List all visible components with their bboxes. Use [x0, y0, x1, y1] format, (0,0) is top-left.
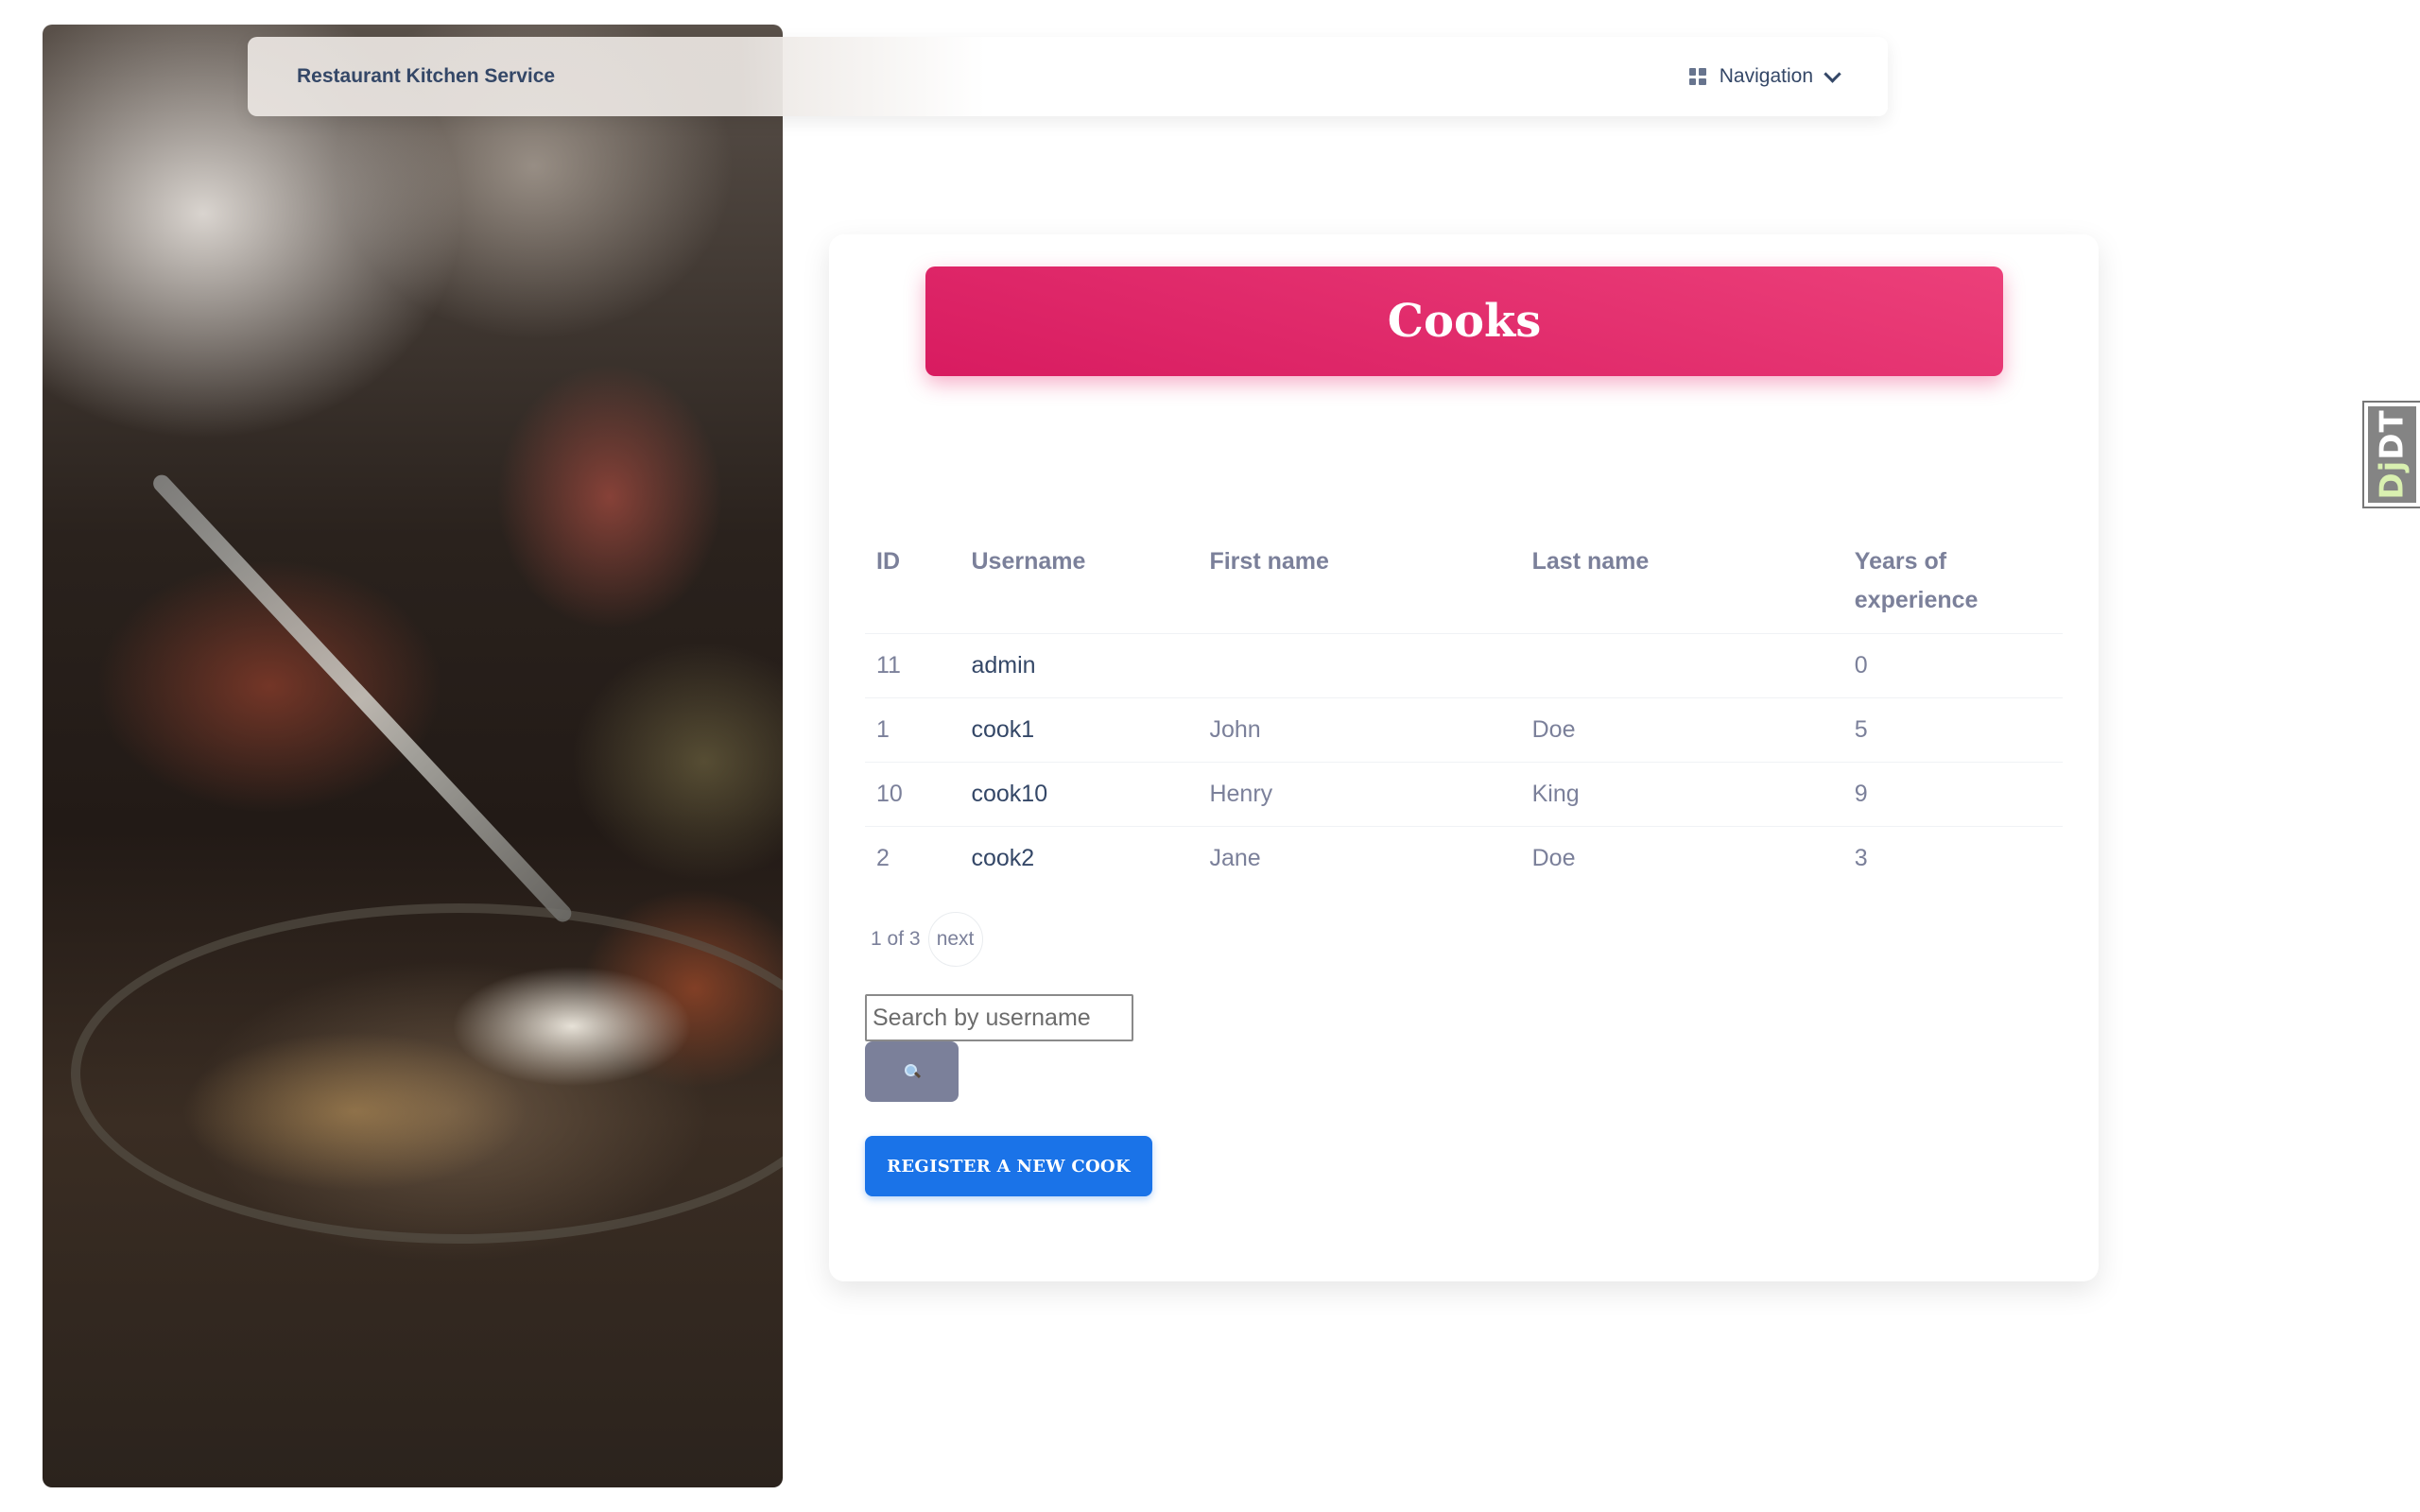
magnifying-glass-icon [904, 1064, 920, 1079]
cell-username-link[interactable]: cook10 [959, 762, 1199, 827]
chevron-down-icon [1824, 64, 1841, 83]
brand-link[interactable]: Restaurant Kitchen Service [297, 65, 555, 88]
column-header-first-name: First name [1198, 533, 1521, 634]
page-title: Cooks [1387, 295, 1542, 348]
cooks-table: ID Username First name Last name Years o… [865, 533, 2063, 890]
table-header-row: ID Username First name Last name Years o… [865, 533, 2063, 634]
search-button[interactable] [865, 1041, 959, 1102]
cell-id: 1 [865, 697, 960, 763]
cell-years: 3 [1854, 845, 1868, 871]
cell-id: 11 [865, 633, 960, 698]
cell-username-link[interactable]: cook2 [960, 827, 1199, 891]
column-header-username: Username [959, 533, 1199, 634]
cell-username-link[interactable]: cook1 [959, 697, 1199, 763]
table-row: 10 cook10 Henry King 9 [865, 762, 2063, 827]
column-header-id: ID [865, 533, 960, 634]
register-new-cook-button[interactable]: REGISTER A NEW COOK [865, 1136, 1152, 1196]
django-debug-toolbar-handle[interactable]: DjDT [2362, 401, 2420, 508]
pagination-status: 1 of 3 [871, 928, 921, 950]
cell-years: 5 [1842, 697, 2063, 763]
dashboard-grid-icon [1688, 68, 1706, 85]
top-navbar: Restaurant Kitchen Service Navigation [248, 37, 1888, 116]
djdt-logo-text: DjDT [2374, 409, 2411, 499]
cell-years: 0 [1842, 633, 2063, 698]
cell-last-name: King [1520, 762, 1843, 827]
cell-first-name: Jane [1209, 845, 1261, 871]
djdt-inner: DjDT [2368, 406, 2416, 503]
table-row: 11 admin 0 [865, 633, 2063, 698]
cell-first-name [1198, 633, 1521, 698]
cell-years: 9 [1842, 762, 2063, 827]
cooks-card: Cooks ID Username First name Last name Y… [829, 234, 2099, 1281]
navigation-dropdown[interactable]: Navigation [1688, 64, 1841, 88]
cell-last-name [1520, 633, 1843, 698]
search-username-input[interactable] [865, 994, 1133, 1041]
cell-id: 2 [876, 845, 890, 871]
hero-food-photo [43, 25, 783, 1487]
plate-shape [71, 903, 783, 1244]
cell-last-name: Doe [1531, 845, 1576, 871]
djdt-dj: Dj [2373, 459, 2411, 500]
table-row: 2 cook2 Jane Doe 3 [865, 827, 2063, 891]
cell-last-name: Doe [1520, 697, 1843, 763]
cell-first-name: John [1198, 697, 1521, 763]
cell-username-link[interactable]: admin [959, 633, 1199, 698]
next-page-link[interactable]: next [927, 912, 983, 967]
navigation-label: Navigation [1719, 65, 1813, 87]
column-header-last-name: Last name [1520, 533, 1843, 634]
pagination: 1 of 3 next [871, 912, 983, 967]
cell-first-name: Henry [1198, 762, 1521, 827]
table-row: 1 cook1 John Doe 5 [865, 697, 2063, 763]
djdt-dt: DT [2373, 409, 2411, 460]
cell-id: 10 [865, 762, 960, 827]
spoon-shape [149, 471, 576, 926]
column-header-years-of-experience: Years of experience [1842, 533, 2063, 634]
card-header: Cooks [925, 266, 2003, 376]
